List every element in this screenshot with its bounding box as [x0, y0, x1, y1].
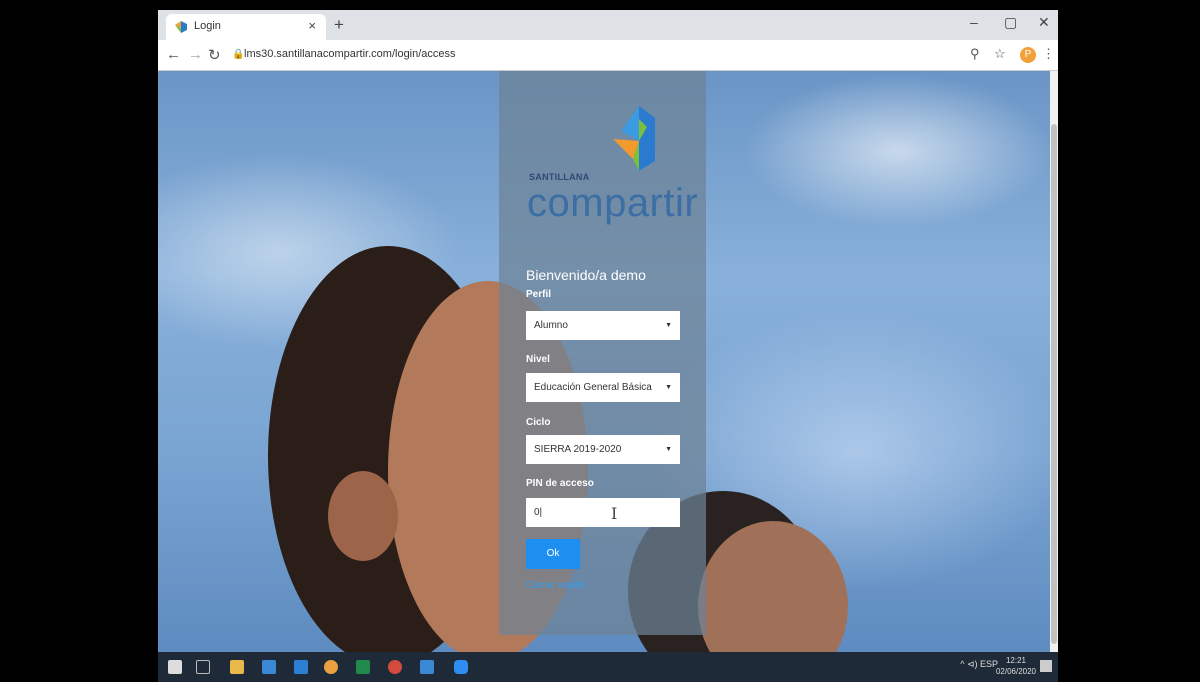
caret-down-icon: ▼ [665, 384, 672, 391]
taskbar-clock[interactable]: 12:21 02/06/2020 [996, 655, 1036, 677]
caret-down-icon: ▼ [665, 446, 672, 453]
nivel-value: Educación General Básica [534, 382, 652, 393]
notification-center-icon[interactable] [1040, 660, 1052, 672]
pin-label: PIN de acceso [526, 478, 594, 489]
ciclo-label: Ciclo [526, 417, 551, 428]
nivel-label: Nivel [526, 354, 550, 365]
ciclo-select[interactable]: SIERRA 2019-2020 ▼ [526, 435, 680, 464]
address-toolbar: ← → ↻ 🔒 lms30.santillanacompartir.com/lo… [158, 40, 1058, 71]
menu-kebab-icon[interactable]: ⋮ [1042, 46, 1055, 62]
record-app-icon[interactable] [388, 660, 402, 674]
clock-date: 02/06/2020 [995, 667, 1036, 676]
pin-input[interactable]: 0| [526, 498, 680, 527]
close-window-button[interactable]: ✕ [1038, 14, 1050, 31]
screen: Login × + – ▢ ✕ ← → ↻ 🔒 lms30.santillana… [158, 10, 1058, 682]
profile-avatar[interactable]: P [1020, 47, 1036, 63]
maximize-button[interactable]: ▢ [1004, 14, 1017, 31]
lock-icon[interactable]: 🔒 [232, 49, 244, 60]
welcome-text: Bienvenido/a demo [526, 267, 646, 283]
ok-button[interactable]: Ok [526, 539, 580, 569]
perfil-value: Alumno [534, 320, 568, 331]
ciclo-value: SIERRA 2019-2020 [534, 444, 622, 455]
system-tray[interactable]: ^ ⊲) ESP [960, 659, 998, 670]
bookmark-star-icon[interactable]: ☆ [994, 46, 1006, 62]
tab-close-icon[interactable]: × [308, 18, 316, 33]
tab-strip: Login × + – ▢ ✕ [158, 10, 1058, 40]
tab-title: Login [194, 20, 221, 32]
logout-link[interactable]: Cerrar sesión [526, 580, 586, 591]
minimize-button[interactable]: – [970, 14, 978, 30]
girl-ear-shape [328, 471, 398, 561]
santillana-favicon-icon [175, 21, 187, 33]
file-explorer-icon[interactable] [230, 660, 244, 674]
store-icon[interactable] [262, 660, 276, 674]
new-tab-button[interactable]: + [334, 15, 344, 35]
address-bar[interactable]: lms30.santillanacompartir.com/login/acce… [244, 48, 456, 60]
chrome-icon[interactable] [324, 660, 338, 674]
caret-down-icon: ▼ [665, 322, 672, 329]
excel-icon[interactable] [356, 660, 370, 674]
perfil-select[interactable]: Alumno ▼ [526, 311, 680, 340]
windows-taskbar: ^ ⊲) ESP 12:21 02/06/2020 [158, 652, 1058, 682]
tab-login[interactable]: Login × [166, 14, 326, 40]
windows-app-icon[interactable] [420, 660, 434, 674]
brand-compartir: compartir [527, 181, 699, 225]
santillana-logo-icon [613, 106, 655, 171]
login-panel: SANTILLANA compartir Bienvenido/a demo P… [499, 71, 706, 635]
nivel-select[interactable]: Educación General Básica ▼ [526, 373, 680, 402]
task-view-icon[interactable] [196, 660, 210, 674]
zoom-icon[interactable]: ⚲ [970, 46, 980, 62]
outlook-icon[interactable] [294, 660, 308, 674]
scrollbar-thumb[interactable] [1051, 124, 1057, 644]
zoom-app-icon[interactable] [454, 660, 468, 674]
back-arrow-icon[interactable]: ← [166, 46, 181, 63]
windows-start-icon[interactable] [168, 660, 182, 674]
text-cursor-icon: I [611, 504, 618, 523]
perfil-label: Perfil [526, 289, 552, 300]
forward-arrow-icon[interactable]: → [188, 46, 203, 63]
page-viewport: SANTILLANA compartir Bienvenido/a demo P… [158, 71, 1050, 652]
reload-icon[interactable]: ↻ [208, 46, 221, 64]
clock-time: 12:21 [1005, 656, 1026, 665]
